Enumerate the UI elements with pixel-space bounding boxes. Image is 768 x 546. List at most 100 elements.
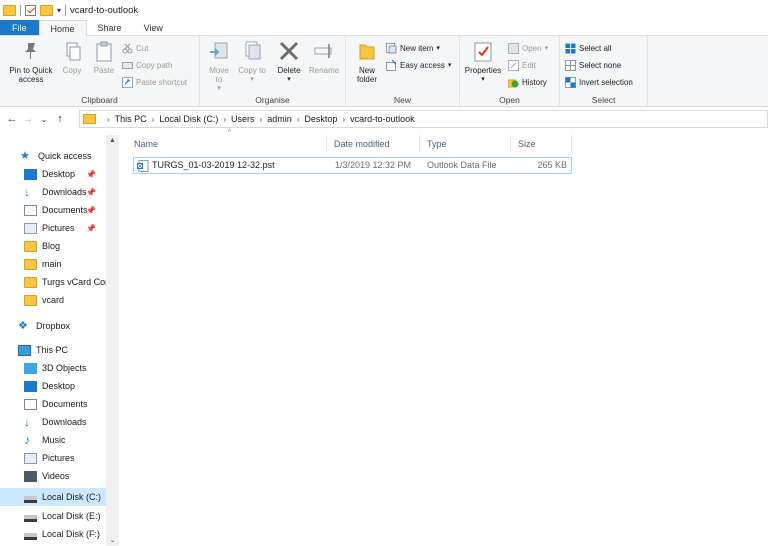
new-item-icon (386, 42, 397, 54)
edit-button[interactable]: Edit (508, 58, 536, 72)
file-type: Outlook Data File (427, 160, 497, 170)
easy-access-dropdown-icon: ▾ (447, 62, 452, 69)
paste-button[interactable]: Paste (89, 39, 119, 75)
nav-videos[interactable]: Videos (24, 467, 110, 485)
nav-pc-downloads[interactable]: ↓ Downloads (24, 413, 110, 431)
nav-desktop[interactable]: Desktop 📌 (24, 165, 110, 183)
copy-to-button[interactable]: Copy to ▾ (238, 39, 266, 84)
pin-icon[interactable]: 📌 (86, 170, 96, 179)
up-arrow-icon[interactable]: ↑ (52, 113, 68, 125)
breadcrumb-vcard-to-outlook[interactable]: vcard-to-outlook (350, 114, 415, 124)
chevron-right-icon[interactable]: › (107, 115, 110, 124)
chevron-right-icon[interactable]: › (260, 115, 263, 124)
copy-path-label: Copy path (136, 60, 173, 70)
rename-button[interactable]: Rename (307, 39, 341, 75)
new-group-label: New (393, 95, 411, 105)
nav-this-pc[interactable]: This PC (18, 341, 110, 359)
new-folder-button[interactable]: New folder (351, 39, 383, 84)
forward-arrow-icon[interactable]: → (20, 113, 36, 125)
new-item-button[interactable]: New item ▾ (386, 41, 440, 55)
chevron-right-icon[interactable]: › (223, 115, 226, 124)
invert-selection-button[interactable]: Invert selection (565, 75, 633, 89)
star-icon: ★ (20, 149, 30, 162)
pin-icon[interactable]: 📌 (86, 188, 96, 197)
column-label: Size (518, 138, 536, 149)
nav-scrollbar[interactable]: ▲ ⌄ (106, 135, 119, 546)
nav-local-disk-c[interactable]: Local Disk (C:) (0, 488, 106, 506)
copy-button[interactable]: Copy (59, 39, 85, 75)
nav-downloads[interactable]: ↓ Downloads 📌 (24, 183, 110, 201)
easy-access-button[interactable]: Easy access ▾ (386, 58, 451, 72)
chevron-right-icon[interactable]: › (152, 115, 155, 124)
nav-local-disk-e[interactable]: Local Disk (E:) (24, 507, 110, 525)
back-arrow-icon[interactable]: ← (4, 113, 20, 125)
paste-shortcut-button[interactable]: Paste shortcut (122, 75, 187, 89)
nav-pc-desktop[interactable]: Desktop (24, 377, 110, 395)
table-row[interactable]: TURGS_01-03-2019 12-32.pst 1/3/2019 12:3… (133, 157, 572, 174)
cut-button[interactable]: Cut (122, 41, 148, 55)
nav-pc-pictures[interactable]: Pictures (24, 449, 110, 467)
pin-to-quick-access-button[interactable]: Pin to Quick access (4, 39, 58, 84)
nav-pictures[interactable]: Pictures 📌 (24, 219, 110, 237)
tab-home[interactable]: Home (38, 20, 87, 36)
history-button[interactable]: History (507, 75, 547, 89)
select-none-button[interactable]: Select none (565, 58, 621, 72)
outlook-file-icon (137, 160, 149, 174)
documents-icon (24, 398, 37, 410)
copy-to-icon (241, 39, 263, 63)
delete-button[interactable]: Delete ▾ (274, 39, 304, 84)
nav-turgs[interactable]: Turgs vCard Cor (24, 273, 110, 291)
properties-button[interactable]: Properties ▾ (463, 39, 503, 84)
select-all-button[interactable]: Select all (565, 41, 611, 55)
column-header-size[interactable]: Size (512, 135, 572, 152)
chevron-right-icon[interactable]: › (297, 115, 300, 124)
open-button[interactable]: Open ▾ (508, 41, 548, 55)
breadcrumb-admin[interactable]: admin (267, 114, 292, 124)
breadcrumb-users[interactable]: Users (231, 114, 255, 124)
nav-main[interactable]: main (24, 255, 110, 273)
copy-path-button[interactable]: Copy path (122, 58, 172, 72)
rename-icon (313, 39, 335, 63)
scroll-up-icon[interactable]: ▲ (106, 137, 119, 144)
nav-label: Desktop (42, 169, 76, 179)
nav-pc-documents[interactable]: Documents (24, 395, 110, 413)
scroll-down-icon[interactable]: ⌄ (106, 536, 119, 544)
address-bar[interactable]: › This PC › Local Disk (C:) › Users › ad… (79, 110, 768, 128)
pin-icon[interactable]: 📌 (86, 206, 96, 215)
nav-vcard[interactable]: vcard (24, 291, 110, 309)
column-header-type[interactable]: Type (421, 135, 511, 152)
videos-icon (24, 470, 37, 482)
nav-label: Pictures (42, 453, 75, 463)
tab-view[interactable]: View (133, 20, 174, 35)
recent-locations-icon[interactable]: ⌄ (36, 115, 52, 124)
folder-icon (3, 4, 16, 16)
breadcrumb-local-disk[interactable]: Local Disk (C:) (159, 114, 218, 124)
breadcrumb-this-pc[interactable]: This PC (115, 114, 147, 124)
properties-quick-icon[interactable] (25, 4, 36, 16)
nav-music[interactable]: ♪ Music (24, 431, 110, 449)
nav-blog[interactable]: Blog (24, 237, 110, 255)
download-icon: ↓ (24, 414, 30, 429)
nav-dropbox[interactable]: ❖ Dropbox (18, 317, 110, 335)
open-label: Open (522, 43, 542, 53)
column-header-name[interactable]: ^ Name (128, 129, 327, 152)
nav-label: Documents (42, 399, 88, 409)
scissors-icon (122, 43, 133, 54)
nav-local-disk-f[interactable]: Local Disk (F:) (24, 525, 110, 543)
nav-3d-objects[interactable]: 3D Objects (24, 359, 110, 377)
nav-quick-access[interactable]: ★ Quick access (20, 147, 110, 165)
desktop-icon (24, 380, 37, 392)
tab-file[interactable]: File (0, 20, 39, 35)
pin-icon[interactable]: 📌 (86, 224, 96, 233)
clipboard-group-label: Clipboard (81, 95, 118, 105)
customize-toolbar-icon[interactable]: ▾ (57, 6, 61, 15)
column-header-date[interactable]: Date modified (328, 135, 420, 152)
chevron-right-icon[interactable]: › (342, 115, 345, 124)
nav-documents[interactable]: Documents 📌 (24, 201, 110, 219)
tab-share[interactable]: Share (87, 20, 133, 35)
breadcrumb-desktop[interactable]: Desktop (304, 114, 337, 124)
new-folder-quick-icon[interactable] (40, 4, 53, 16)
new-item-dropdown-icon: ▾ (436, 45, 440, 52)
open-dropdown-icon: ▾ (544, 45, 549, 52)
move-to-button[interactable]: Move to ▾ (205, 39, 233, 93)
